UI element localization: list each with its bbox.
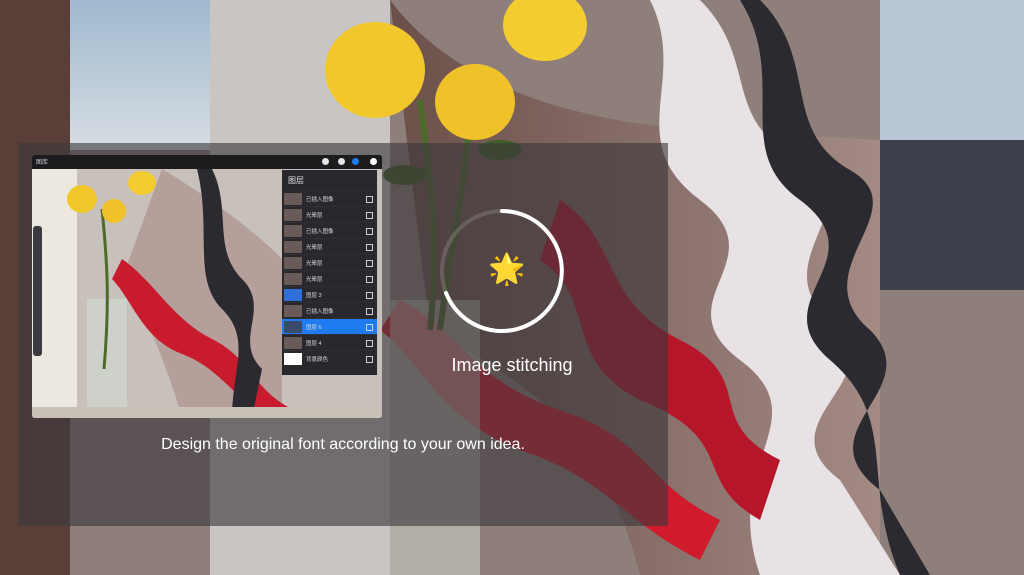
layer-thumbnail [284,337,302,349]
smudge-tool-icon [338,158,345,165]
layer-thumbnail [284,353,302,365]
color-picker-icon [370,158,377,165]
layer-thumbnail [284,257,302,269]
layer-row: 已插入图像 [282,302,377,319]
layer-visibility-checkbox-icon [366,324,373,331]
layer-thumbnail [284,273,302,285]
layer-name: 光晕层 [306,261,323,267]
sparkle-star-icon: 🌟 [488,253,526,286]
layer-visibility-checkbox-icon [366,228,373,235]
layer-visibility-checkbox-icon [366,340,373,347]
caption-text: Design the original font according to yo… [161,436,525,453]
layer-row: 图层 4 [282,334,377,351]
layer-row: 光晕层 [282,270,377,287]
layer-row: 光晕层 [282,206,377,223]
layer-name: 图层 3 [306,293,322,299]
layer-visibility-checkbox-icon [366,244,373,251]
layer-thumbnail [284,321,302,333]
layer-row: 光晕层 [282,238,377,255]
layer-name: 已插入图像 [306,197,334,203]
layer-thumbnail [284,241,302,253]
layer-name: 图层 4 [306,341,322,347]
layer-visibility-checkbox-icon [366,196,373,203]
layer-visibility-checkbox-icon [366,356,373,363]
layer-name: 光晕层 [306,213,323,219]
preview-layers-panel: 图层 已插入图像 光晕层 已插入图像 光晕层 光晕层 光晕层 图层 3 已插入图… [282,170,377,375]
layer-visibility-checkbox-icon [366,308,373,315]
layer-row-active: 图层 6 [282,318,377,335]
layer-visibility-checkbox-icon [366,292,373,299]
layer-thumbnail [284,193,302,205]
layer-name: 已插入图像 [306,229,334,235]
layer-visibility-checkbox-icon [366,212,373,219]
preview-toolbar-title: 图库 [36,160,49,166]
layer-visibility-checkbox-icon [366,276,373,283]
layer-row: 光晕层 [282,254,377,271]
preview-toolbar: 图库 [32,155,382,169]
layer-row: 图层 3 [282,286,377,303]
layer-thumbnail [284,209,302,221]
layer-row: 已插入图像 [282,190,377,207]
layer-name: 图层 6 [306,325,322,331]
brush-tool-icon [322,158,329,165]
layer-thumbnail [284,289,302,301]
layer-name: 光晕层 [306,245,323,251]
preview-sidebar-sliders [33,226,42,356]
eraser-tool-icon [352,158,359,165]
layer-name: 背景颜色 [306,357,329,363]
layer-row: 背景颜色 [282,350,377,367]
layer-name: 已插入图像 [306,309,334,315]
layer-name: 光晕层 [306,277,323,283]
layer-row: 已插入图像 [282,222,377,239]
loading-status-text: Image stitching [451,355,573,375]
layers-panel-title: 图层 [288,176,304,185]
layer-thumbnail [284,305,302,317]
layer-thumbnail [284,225,302,237]
layer-visibility-checkbox-icon [366,260,373,267]
